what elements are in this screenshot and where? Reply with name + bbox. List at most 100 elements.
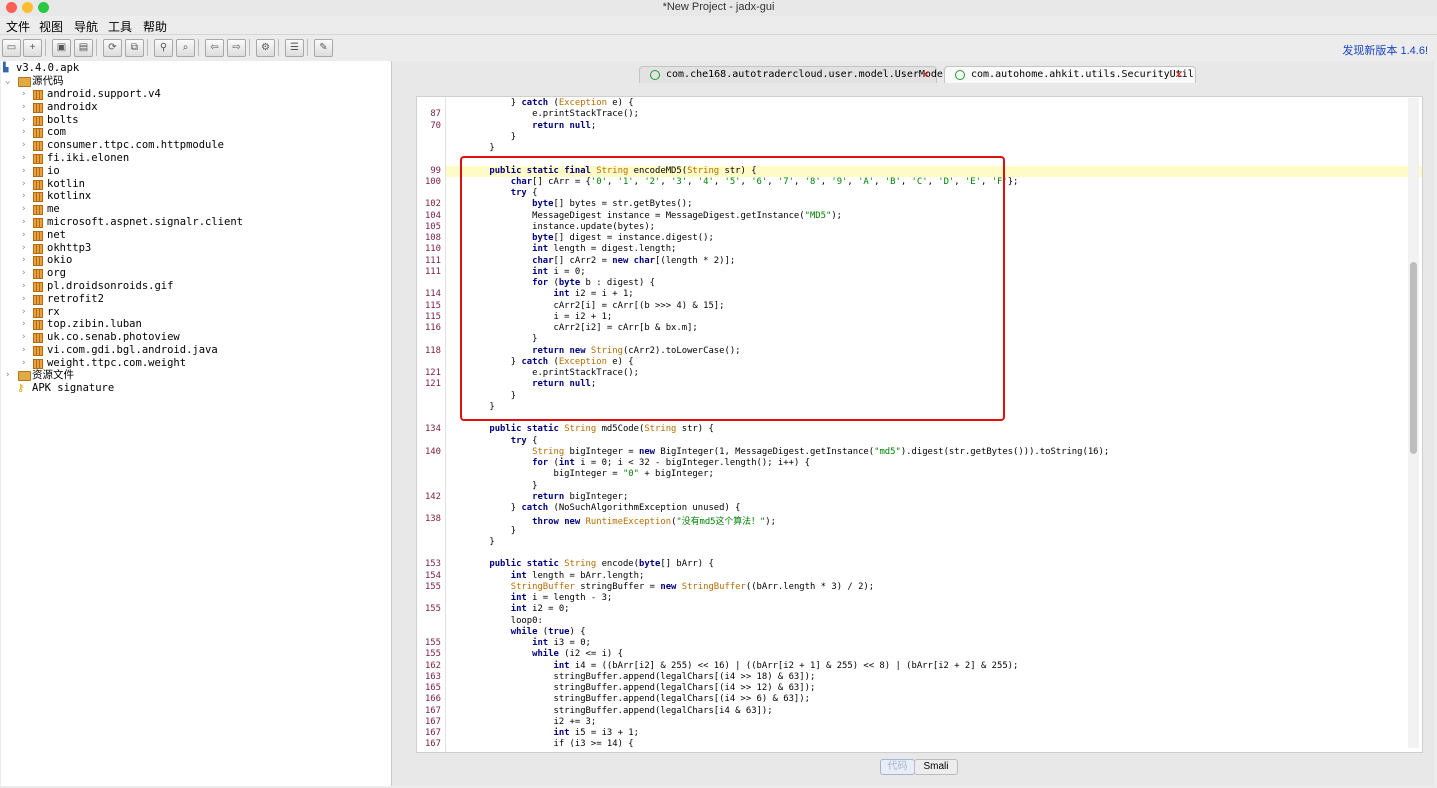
menu-help[interactable]: 帮助 [143,18,167,35]
tab-securityutil[interactable]: com.autohome.ahkit.utils.SecurityUtil ✕ [944,66,1196,83]
package-icon [33,154,43,164]
class-icon [650,70,660,80]
flatten-icon[interactable]: ⧉ [125,39,144,57]
chevron-right-icon[interactable]: › [21,242,26,255]
line-number: 166 [424,694,441,705]
code-line: stringBuffer.append(legalChars[(i4 >> 6)… [468,694,810,705]
chevron-right-icon[interactable]: › [21,88,26,101]
chevron-right-icon[interactable]: › [21,152,26,165]
chevron-right-icon[interactable]: › [21,331,26,344]
line-number: 167 [424,705,441,716]
code-line: bigInteger = "0" + bigInteger; [468,469,714,480]
menu-view[interactable]: 视图 [39,18,63,35]
code-line: if (i3 >= 14) { [468,739,634,750]
menu-file[interactable]: 文件 [6,18,30,35]
chevron-right-icon[interactable]: › [21,306,26,319]
chevron-right-icon[interactable]: › [21,178,26,191]
line-number: 118 [424,345,441,356]
code-line: StringBuffer stringBuffer = new StringBu… [510,581,875,592]
code-line: int i = length - 3; [510,593,613,603]
chevron-down-icon[interactable]: ⌄ [5,75,10,88]
add-files-icon[interactable]: + [23,39,42,57]
update-available-link[interactable]: 发现新版本 1.4.6! [1342,42,1428,58]
resources-folder-icon [18,371,31,381]
code-line: loop0: [468,615,543,626]
chevron-right-icon[interactable]: › [5,369,10,382]
sync-icon[interactable]: ⟳ [103,39,122,57]
line-number: 142 [424,491,441,502]
chevron-right-icon[interactable]: › [21,190,26,203]
line-number: 115 [424,311,441,322]
line-number: 167 [424,739,441,750]
line-number: 100 [424,176,441,187]
chevron-right-icon[interactable]: › [21,114,26,127]
chevron-right-icon[interactable]: › [21,203,26,216]
package-icon [33,192,43,203]
code-line: } catch (NoSuchAlgorithmException unused… [468,503,741,513]
chevron-right-icon[interactable]: › [21,139,26,152]
code-line: stringBuffer.append(legalChars[i4 & 63])… [468,705,773,716]
line-number: 154 [424,570,441,581]
chevron-right-icon[interactable]: › [21,254,26,267]
package-icon [33,102,43,113]
toolbar-separator [198,39,199,56]
export-icon[interactable]: ▤ [74,39,93,57]
tab-code[interactable]: 代码 [880,759,915,775]
package-icon [33,282,43,292]
code-line: } [468,131,517,142]
chevron-right-icon[interactable]: › [21,293,26,306]
line-number: 167 [424,728,441,738]
chevron-right-icon[interactable]: › [21,126,26,139]
log-icon[interactable]: ☰ [285,39,304,57]
line-number: 121 [424,379,441,390]
chevron-right-icon[interactable]: › [21,216,26,229]
chevron-right-icon[interactable]: › [21,357,26,370]
toolbar-separator [96,39,97,56]
save-all-icon[interactable]: ▣ [52,39,71,57]
code-line: try { [510,435,538,446]
project-tree[interactable]: ▙ v3.4.0.apk ⌄ 源代码 › android.support.v4 › a… [1,61,392,786]
chevron-right-icon[interactable]: › [21,267,26,280]
code-line: } [468,525,517,536]
line-number: 105 [424,221,441,232]
annotation-box [460,156,1005,421]
back-icon[interactable]: ⇦ [205,39,224,57]
close-icon[interactable]: ✕ [922,67,930,83]
close-icon[interactable]: ✕ [1175,67,1183,83]
code-line: } [468,143,495,153]
line-number: 140 [424,446,441,457]
preferences-icon[interactable]: ✎ [314,39,333,57]
line-number: 138 [424,514,441,525]
code-line: for (int i = 0; i < 32 - bigInteger.leng… [532,458,810,468]
code-line: } [468,480,538,491]
chevron-right-icon[interactable]: › [21,229,26,242]
code-line: String bigInteger = new BigInteger(1, Me… [532,446,1110,457]
find-usage-icon[interactable]: ⌕ [176,39,195,57]
open-file-icon[interactable]: ▭ [2,39,21,57]
line-number: 167 [424,716,441,727]
chevron-right-icon[interactable]: › [21,318,26,331]
toolbar-separator [307,39,308,56]
title-bar: *New Project - jadx-gui [0,0,1437,16]
code-line: stringBuffer.append(legalChars[(i4 >> 18… [468,671,816,682]
chevron-right-icon[interactable]: › [21,165,26,178]
chevron-right-icon[interactable]: › [21,101,26,114]
line-number: 116 [424,323,441,333]
toolbar-separator [147,39,148,56]
menu-tools[interactable]: 工具 [108,18,132,35]
scrollbar-thumb[interactable] [1410,262,1417,454]
tab-usermodel[interactable]: com.che168.autotradercloud.user.model.Us… [639,66,949,83]
line-number: 155 [424,638,441,648]
chevron-right-icon[interactable]: › [21,280,26,293]
chevron-right-icon[interactable]: › [21,344,26,357]
line-number: 153 [424,559,441,570]
menu-navigation[interactable]: 导航 [74,18,98,35]
tab-smali[interactable]: Smali [914,759,958,775]
line-number: 155 [424,604,441,615]
package-icon [33,333,43,344]
splitter[interactable] [392,61,406,786]
search-icon[interactable]: ⚲ [154,39,173,57]
package-icon [33,230,43,241]
decompile-all-icon[interactable]: ⚙ [256,39,275,57]
forward-icon[interactable]: ⇨ [227,39,246,57]
